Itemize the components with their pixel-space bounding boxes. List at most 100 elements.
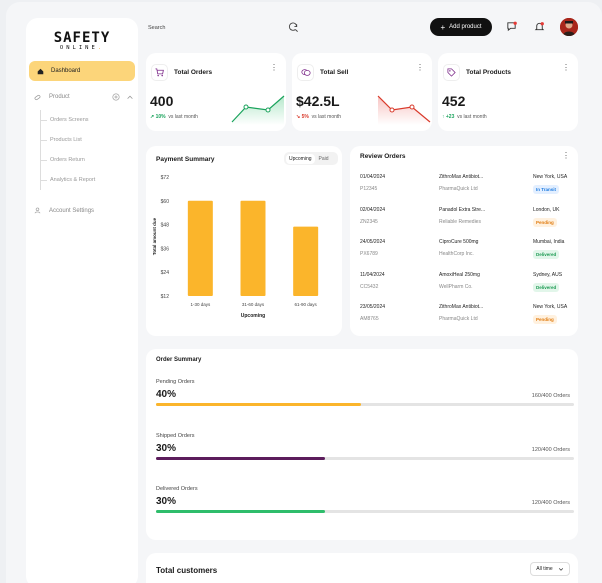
review-orders-card: Review Orders ⋮ 01/04/2024 P12345 ZithroMa… [350,146,578,336]
card-title: Order Summary [156,357,202,363]
order-location: London, UK [533,206,560,213]
chat-icon[interactable] [506,21,517,32]
order-date: 01/04/2024 [360,174,386,180]
x-tick-label: 61-90 days [295,302,318,307]
plus-icon: + [440,22,446,32]
order-summary-percent: 30% [156,496,177,507]
table-row[interactable]: 11/04/2024 CC5432 AmoxiHeal 250mg WellPharm… [360,272,575,302]
time-filter-select[interactable]: All time [530,562,570,576]
y-axis-label: Total amount due [152,217,157,255]
card-title: Total customers [156,566,218,575]
more-options-icon[interactable]: ⋮ [562,63,570,72]
sidebar-item-product[interactable]: Product [34,93,134,101]
stat-card-total-orders: Total Orders ⋮ 400 ↗ 10% vs last month [146,53,286,131]
sidebar-item-dashboard[interactable]: Dashboard [29,61,135,81]
order-date: 11/04/2024 [360,271,385,278]
order-summary-count: 120/400 Orders [531,446,570,453]
order-summary-item: Pending Orders 40% 160/400 Orders [156,379,574,406]
vendor-name: HealthCorp Inc. [439,251,474,257]
home-icon [37,68,44,74]
coins-icon [297,64,314,81]
product-submenu: Orders Screens Products List Orders Retu… [40,110,130,190]
more-options-icon[interactable]: ⋮ [416,63,424,72]
card-title: Review Orders [360,153,406,160]
product-name: CiproCure 500mg [439,239,479,245]
order-summary-count: 120/400 Orders [531,500,570,506]
bar [240,200,266,296]
y-tick-label: $72 [161,175,170,181]
y-tick-label: $24 [161,270,170,276]
y-tick-label: $36 [161,246,170,252]
avatar-image [560,18,578,36]
more-options-icon[interactable]: ⋮ [270,63,278,72]
table-row[interactable]: 24/05/2024 PX6789 CiproCure 500mg HealthCor… [360,239,575,269]
product-name: Panadol Extra Stre... [439,206,486,213]
stat-delta: ↑ +23 vs last month [442,114,487,120]
sidebar: SAFETY ONLINE. Dashboard Product Orders … [26,18,138,583]
vendor-name: PharmaQuick Ltd [439,316,478,322]
submenu-item-orders-screens[interactable]: Orders Screens [41,110,130,130]
order-summary-percent: 30% [156,442,177,454]
status-badge: Pending [533,217,557,227]
progress-track [156,456,574,460]
plus-circle-icon[interactable] [112,93,120,101]
payment-summary-card: Payment Summary Upcoming Paid $72 $60 $48 $… [146,146,342,336]
order-date: 23/05/2024 [360,304,386,310]
stat-title: Total Products [466,69,512,76]
more-options-icon[interactable]: ⋮ [562,151,570,160]
progress-track [156,403,574,406]
order-summary-label: Shipped Orders [156,432,195,439]
order-id: PX6789 [360,251,378,257]
submenu-item-analytics-report[interactable]: Analytics & Report [41,170,130,190]
payment-bar-chart: $72 $60 $48 $36 $24 $12 Total amount due 1-30 d… [152,175,319,319]
stat-value: 400 [150,93,174,109]
order-summary-percent: 40% [156,389,177,400]
bell-icon[interactable] [534,21,545,32]
stat-value: 452 [442,93,466,109]
vendor-name: PharmaQuick Ltd [439,186,478,192]
bar [293,226,319,296]
progress-fill [156,510,326,513]
product-name: AmoxiHeal 250mg [439,271,480,278]
logo-main-text: SAFETY [53,30,111,46]
search-input[interactable]: Search [148,25,165,31]
avatar[interactable] [560,18,578,36]
sidebar-item-label: Product [49,94,70,100]
logo-sub-text: ONLINE [59,45,98,51]
search-refresh-icon[interactable] [288,22,299,33]
order-summary-card: Order Summary Pending Orders 40% 160/400 O… [146,349,578,540]
y-tick-label: $12 [161,294,170,300]
y-tick-label: $60 [161,199,170,205]
chevron-down-icon [558,568,563,571]
order-summary-count: 160/400 Orders [531,393,570,399]
sidebar-item-account-settings[interactable]: Account Settings [34,207,94,214]
user-icon [34,207,41,214]
stat-delta: ↗ 10% vs last month [150,114,198,120]
progress-fill [156,403,361,406]
status-badge: Delivered [533,282,560,292]
stat-card-total-products: Total Products ⋮ 452 ↑ +23 vs last month [438,53,578,131]
table-row[interactable]: 02/04/2024 ZN2345 Panadol Extra Stre... Rel… [360,207,575,237]
table-row[interactable]: 23/05/2024 AM8765 ZithroMax Antibiot... Pha… [360,304,575,334]
logo-dot: . [97,45,105,51]
order-summary-item: Shipped Orders 30% 120/400 Orders [156,433,574,460]
order-location: Sydney, AUS [533,271,563,278]
sparkline-down [377,95,431,125]
chevron-up-icon[interactable] [126,93,134,101]
stat-title: Total Sell [320,69,349,76]
order-id: ZN2345 [360,218,378,225]
order-id: P12345 [360,186,378,192]
add-product-button[interactable]: + Add product [430,18,492,36]
sidebar-item-label: Account Settings [49,207,95,214]
order-summary-label: Pending Orders [156,379,195,385]
sidebar-item-label: Dashboard [51,68,81,74]
submenu-item-products-list[interactable]: Products List [41,130,130,150]
x-tick-label: 1-30 days [190,302,211,307]
cart-icon [151,64,168,81]
order-summary-item: Delivered Orders 30% 120/400 Orders [156,486,574,513]
order-date: 24/05/2024 [360,239,386,245]
submenu-item-orders-return[interactable]: Orders Return [41,150,130,170]
order-id: CC5432 [360,283,379,290]
table-row[interactable]: 01/04/2024 P12345 ZithroMax Antibiot... Pha… [360,174,575,204]
status-badge: Delivered [533,250,560,259]
